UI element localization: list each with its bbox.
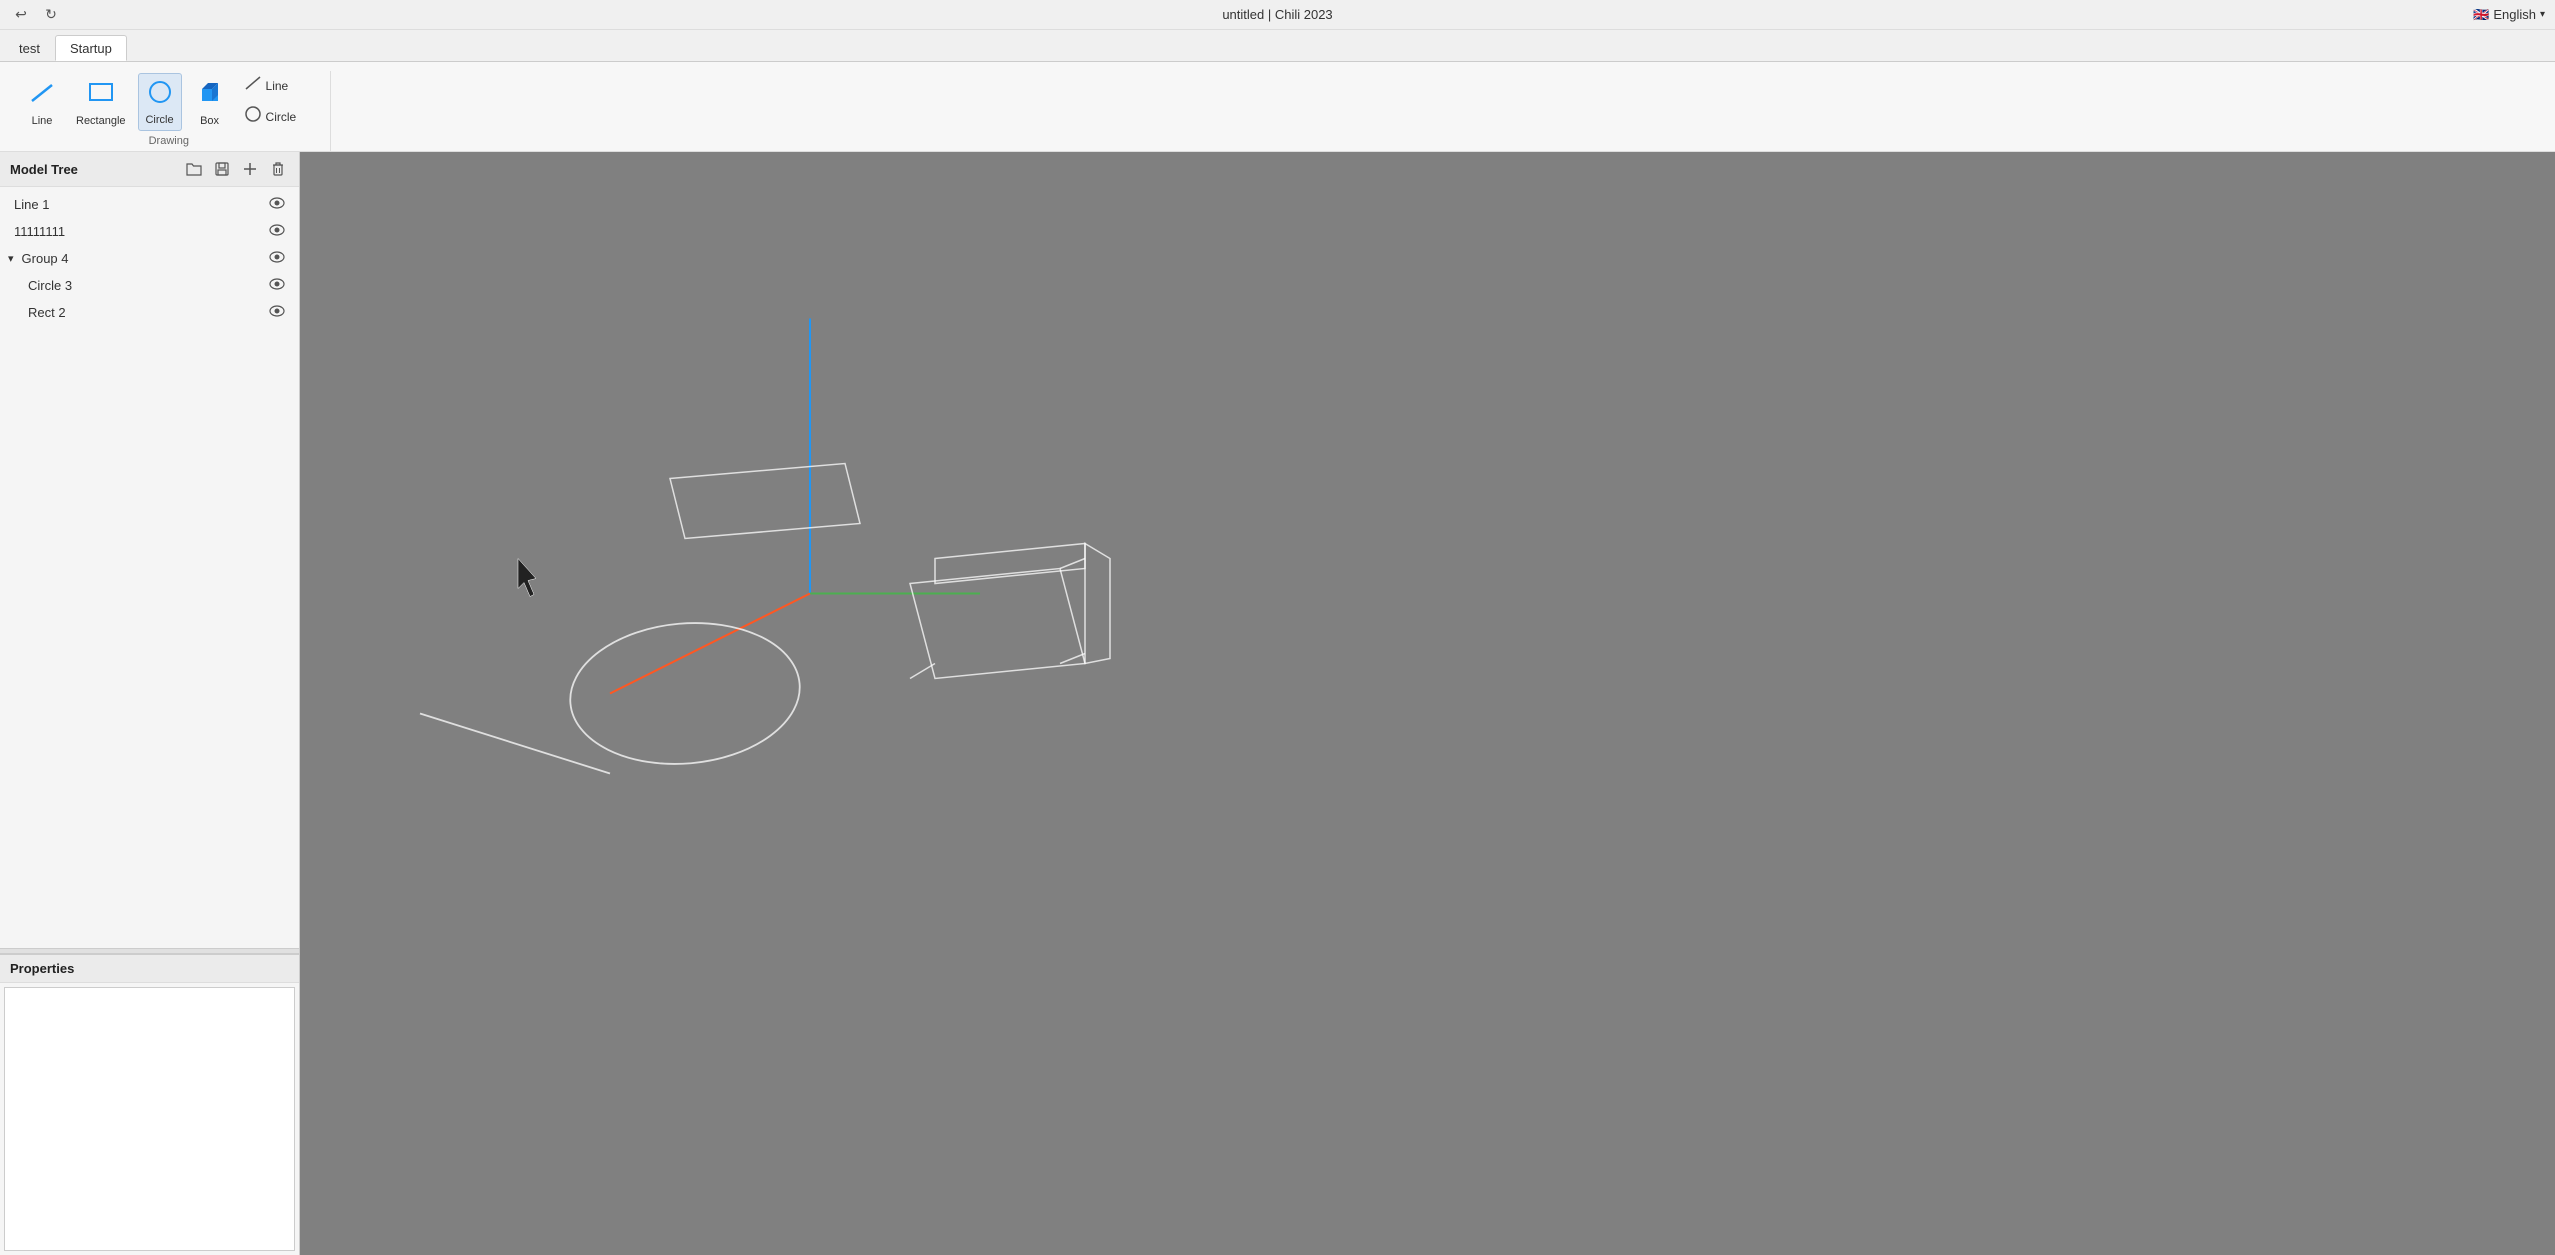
language-label: English — [2493, 7, 2536, 22]
model-tree-section: Model Tree — [0, 152, 299, 955]
circle-small-label: Circle — [266, 110, 297, 124]
tree-item-line1-visibility[interactable] — [269, 195, 285, 214]
tree-item-circle3-visibility[interactable] — [269, 276, 285, 295]
line-small-label: Line — [266, 79, 289, 93]
circle-draw-icon — [146, 78, 174, 112]
ribbon-group-drawing: Line Rectangle Circle — [8, 71, 331, 151]
model-tree-title: Model Tree — [10, 162, 78, 177]
undo-button[interactable]: ↩ — [10, 4, 32, 26]
tree-item-circle3[interactable]: Circle 3 — [0, 272, 299, 299]
main-area: Model Tree — [0, 152, 2555, 1255]
title-right: 🇬🇧 English ▾ — [2473, 7, 2545, 23]
properties-content — [4, 987, 295, 1251]
redo-button[interactable]: ↻ — [40, 4, 62, 26]
tab-bar: test Startup — [0, 30, 2555, 62]
tree-item-11111111-label: 11111111 — [14, 224, 65, 239]
ribbon-tool-box[interactable]: Box — [188, 75, 232, 131]
ribbon-tools-row: Line Rectangle Circle — [20, 71, 318, 131]
ribbon-tool-line[interactable]: Line — [20, 75, 64, 131]
tree-item-line1[interactable]: Line 1 — [0, 191, 299, 218]
ribbon-tool-line-small[interactable]: Line — [238, 71, 318, 100]
ribbon-tool-circle[interactable]: Circle — [138, 73, 182, 131]
properties-header: Properties — [0, 955, 299, 983]
left-panel: Model Tree — [0, 152, 300, 1255]
tree-save-button[interactable] — [211, 158, 233, 180]
tree-delete-button[interactable] — [267, 158, 289, 180]
flag-icon: 🇬🇧 — [2473, 7, 2489, 23]
app-title: untitled | Chili 2023 — [1222, 7, 1332, 22]
ribbon-tool-circle-small[interactable]: Circle — [238, 102, 318, 131]
tree-item-rect2-label: Rect 2 — [28, 305, 66, 320]
tree-item-group4[interactable]: ▾ Group 4 — [0, 245, 299, 272]
tree-item-group4-visibility[interactable] — [269, 249, 285, 268]
title-left: ↩ ↻ — [10, 4, 62, 26]
ribbon-group-label-drawing: Drawing — [149, 135, 189, 147]
line-small-icon — [244, 74, 262, 97]
tree-add-button[interactable] — [239, 158, 261, 180]
rectangle-label: Rectangle — [76, 115, 126, 127]
rectangle-icon — [87, 79, 115, 113]
tree-open-folder-button[interactable] — [183, 158, 205, 180]
tree-item-11111111-visibility[interactable] — [269, 222, 285, 241]
properties-section: Properties — [0, 955, 299, 1255]
tree-item-rect2-visibility[interactable] — [269, 303, 285, 322]
tab-startup[interactable]: Startup — [55, 35, 127, 61]
line-label: Line — [32, 115, 53, 127]
tree-item-line1-label: Line 1 — [14, 197, 49, 212]
line-icon — [28, 79, 56, 113]
tree-item-rect2[interactable]: Rect 2 — [0, 299, 299, 326]
title-bar: ↩ ↻ untitled | Chili 2023 🇬🇧 English ▾ — [0, 0, 2555, 30]
ribbon-tool-rectangle[interactable]: Rectangle — [70, 75, 132, 131]
circle-small-icon — [244, 105, 262, 128]
chevron-down-group4-icon: ▾ — [8, 252, 14, 265]
tree-item-circle3-label: Circle 3 — [28, 278, 72, 293]
language-selector[interactable]: 🇬🇧 English ▾ — [2473, 7, 2545, 23]
model-tree-content: Line 1 11111111 — [0, 187, 299, 948]
ribbon-small-tools: Line Circle — [238, 71, 318, 131]
ribbon: Line Rectangle Circle — [0, 62, 2555, 152]
box-3d-icon — [196, 79, 224, 113]
chevron-down-icon: ▾ — [2540, 9, 2545, 20]
viewport-svg — [300, 152, 2555, 1255]
box-label: Box — [200, 115, 219, 127]
tree-resize-handle[interactable] — [0, 948, 299, 954]
model-tree-header: Model Tree — [0, 152, 299, 187]
model-tree-actions — [183, 158, 289, 180]
viewport[interactable] — [300, 152, 2555, 1255]
tab-test[interactable]: test — [4, 35, 55, 61]
circle-label: Circle — [145, 114, 173, 126]
tree-item-11111111[interactable]: 11111111 — [0, 218, 299, 245]
tree-item-group4-label: Group 4 — [22, 251, 69, 266]
